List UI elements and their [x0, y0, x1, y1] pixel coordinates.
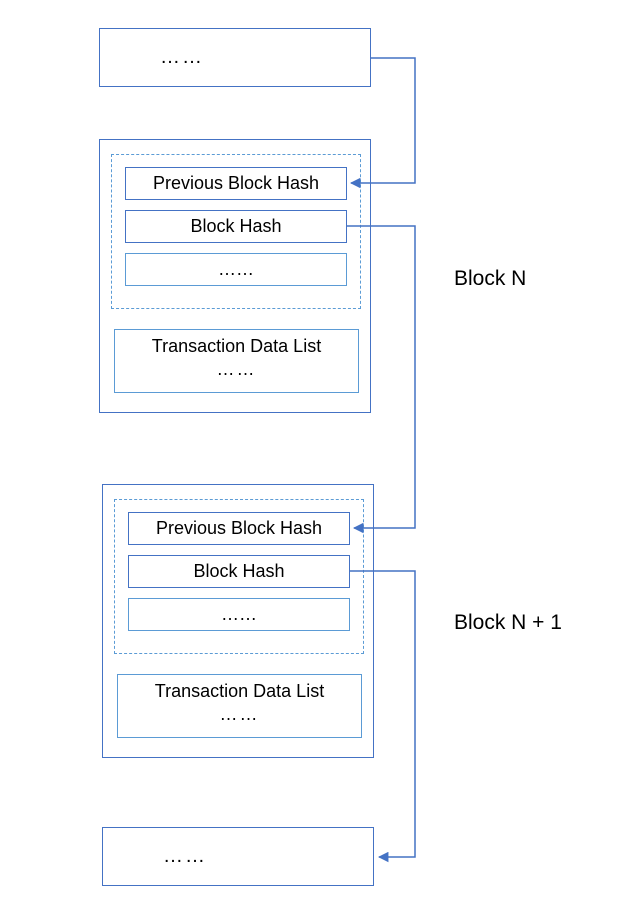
prev-hash-label: Previous Block Hash [153, 173, 319, 194]
block-n-txn-list: Transaction Data List …… [114, 329, 359, 393]
block-hash-label: Block Hash [190, 216, 281, 237]
block-n1-block-hash: Block Hash [128, 555, 350, 588]
block-n-block-hash: Block Hash [125, 210, 347, 243]
spacer-ellipsis: …… [218, 259, 254, 280]
connectors [0, 0, 632, 916]
txn-ellipsis: …… [118, 704, 361, 725]
txn-title: Transaction Data List [118, 681, 361, 702]
prev-hash-label: Previous Block Hash [156, 518, 322, 539]
block-n1-spacer-row: …… [128, 598, 350, 631]
block-n1-txn-list: Transaction Data List …… [117, 674, 362, 738]
block-n-prev-hash: Previous Block Hash [125, 167, 347, 200]
block-n-spacer-row: …… [125, 253, 347, 286]
block-hash-label: Block Hash [193, 561, 284, 582]
ellipsis-text: …… [163, 845, 207, 868]
block-n1-container: Previous Block Hash Block Hash …… Transa… [102, 484, 374, 758]
spacer-ellipsis: …… [221, 604, 257, 625]
txn-title: Transaction Data List [115, 336, 358, 357]
txn-ellipsis: …… [115, 359, 358, 380]
block-n-label: Block N [454, 267, 526, 291]
next-block-placeholder: …… [102, 827, 374, 886]
block-n1-prev-hash: Previous Block Hash [128, 512, 350, 545]
prev-block-placeholder: …… [99, 28, 371, 87]
block-n1-label: Block N + 1 [454, 611, 562, 635]
block-n-container: Previous Block Hash Block Hash …… Transa… [99, 139, 371, 413]
ellipsis-text: …… [160, 46, 204, 69]
